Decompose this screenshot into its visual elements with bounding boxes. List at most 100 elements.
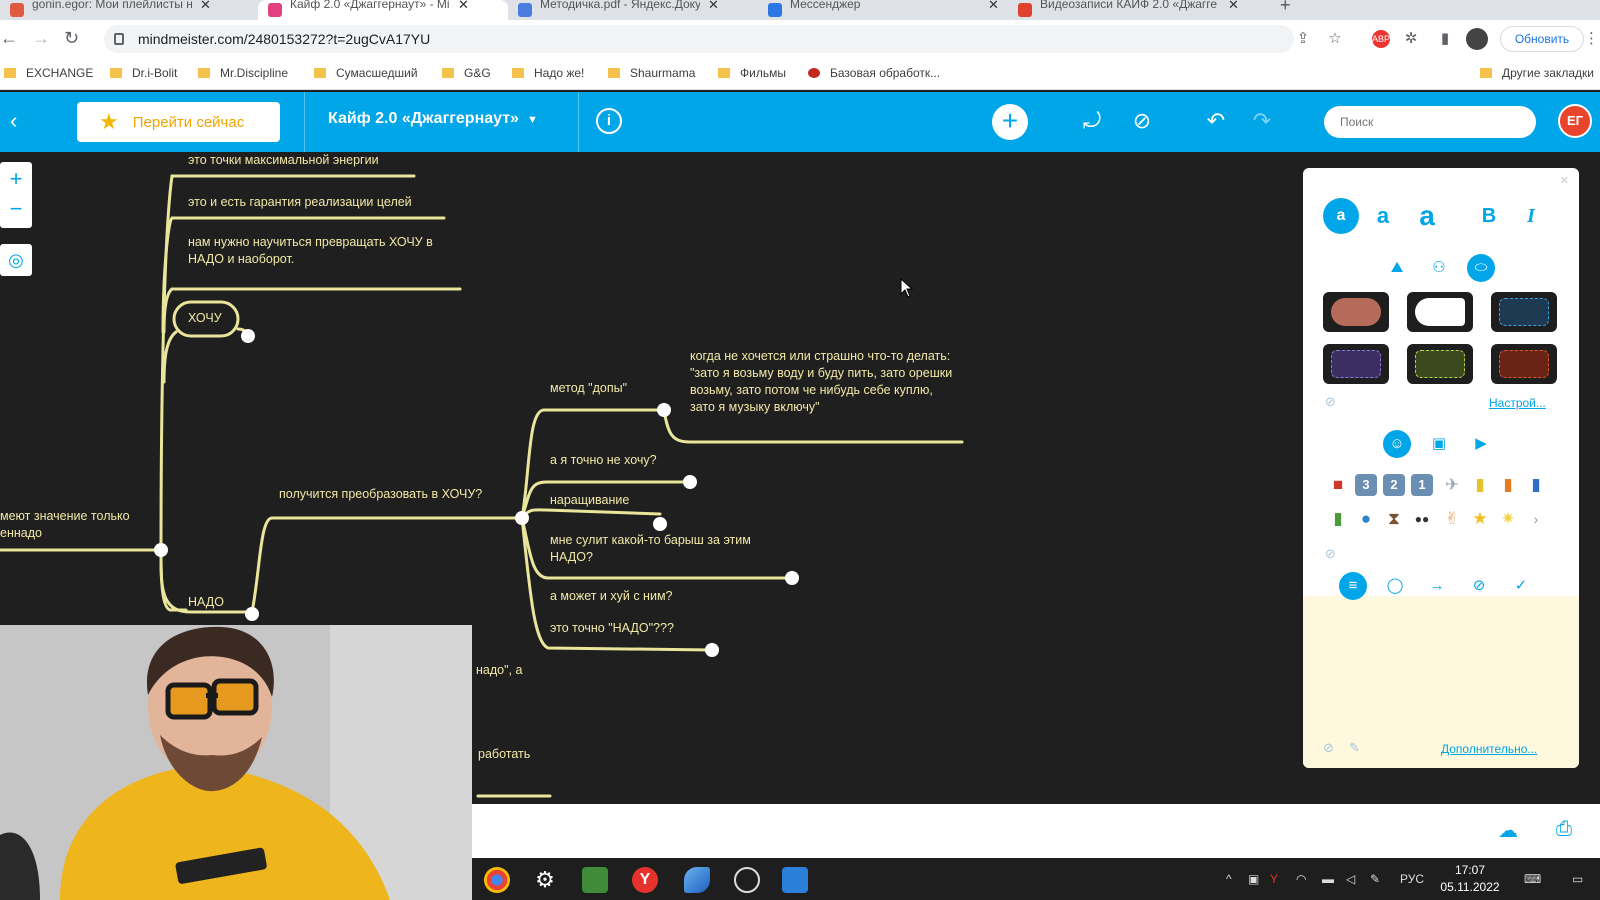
- yellow-book-icon[interactable]: ▮: [1469, 474, 1491, 496]
- number-2-icon[interactable]: 2: [1383, 474, 1405, 496]
- browser-tab[interactable]: gonin.egor: Мои плейлисты на ✕: [0, 0, 258, 20]
- tray-app-icon[interactable]: ▣: [1248, 872, 1259, 886]
- style-preset-navy-dotted[interactable]: [1491, 292, 1557, 332]
- topic-node[interactable]: получится преобразовать в ХОЧУ?: [279, 486, 482, 503]
- info-icon[interactable]: i: [596, 108, 622, 134]
- topic-node[interactable]: это точки максимальной энергии: [188, 152, 379, 169]
- more-options-link[interactable]: Дополнительно...: [1441, 742, 1537, 756]
- map-title-dropdown[interactable]: Кайф 2.0 «Джаггернаут» ▼: [328, 110, 538, 128]
- zoom-in-icon[interactable]: +: [0, 162, 32, 195]
- green-book-icon[interactable]: ▮: [1327, 508, 1349, 530]
- clear-format-icon[interactable]: ⊘: [1323, 740, 1334, 756]
- attachment-icon[interactable]: ⊘: [1465, 572, 1493, 600]
- disable-icon[interactable]: ⊘: [1128, 108, 1156, 134]
- font-size-large-button[interactable]: a: [1409, 198, 1445, 234]
- topic-node[interactable]: мне сулит какой-то барыш за этим НАДО?: [550, 532, 780, 566]
- style-preset-purple-dotted[interactable]: [1323, 344, 1389, 384]
- battery-icon[interactable]: ▬: [1322, 872, 1334, 886]
- comment-icon[interactable]: ◯: [1381, 572, 1409, 600]
- orange-book-icon[interactable]: ▮: [1497, 474, 1519, 496]
- task-check-icon[interactable]: ✓: [1507, 572, 1535, 600]
- style-preset-red-dotted[interactable]: [1491, 344, 1557, 384]
- update-button[interactable]: Обновить: [1500, 26, 1584, 52]
- bookmark-item[interactable]: G&G: [442, 66, 491, 80]
- clock[interactable]: 17:07 05.11.2022: [1438, 862, 1502, 896]
- bold-button[interactable]: B: [1471, 198, 1507, 234]
- globe-icon[interactable]: ●: [1355, 508, 1377, 530]
- browser-tab[interactable]: Методичка.pdf - Яндекс.Докум ✕: [508, 0, 758, 20]
- center-map-icon[interactable]: ◎: [0, 244, 32, 276]
- no-style-icon[interactable]: ⊘: [1325, 394, 1336, 410]
- notifications-icon[interactable]: ▭: [1572, 872, 1583, 886]
- topic-node[interactable]: надо", а: [476, 662, 522, 679]
- topic-style-icon[interactable]: ⚇: [1425, 254, 1453, 282]
- language-indicator[interactable]: РУС: [1400, 872, 1424, 886]
- blue-book-icon[interactable]: ▮: [1525, 474, 1547, 496]
- topic-node[interactable]: метод "допы": [550, 380, 627, 397]
- keyboard-icon[interactable]: ⌨: [1524, 872, 1541, 886]
- italic-button[interactable]: I: [1513, 198, 1549, 234]
- mail-app-icon[interactable]: [782, 867, 808, 893]
- video-tab-icon[interactable]: ▶: [1467, 430, 1495, 458]
- gift-emoji-icon[interactable]: ■: [1327, 474, 1349, 496]
- close-tab-icon[interactable]: ✕: [988, 0, 999, 13]
- topic-node-nado[interactable]: НАДО: [188, 594, 224, 611]
- redo-icon[interactable]: ↷: [1248, 108, 1276, 134]
- wifi-icon[interactable]: ◠: [1296, 872, 1306, 886]
- star-emoji-icon[interactable]: ★: [1469, 508, 1491, 530]
- close-tab-icon[interactable]: ✕: [200, 0, 211, 13]
- chrome-icon[interactable]: [484, 867, 510, 893]
- user-avatar[interactable]: ЕГ: [1558, 104, 1592, 138]
- kebab-menu-icon[interactable]: ⋮: [1584, 30, 1599, 48]
- forward-arrow-icon[interactable]: →: [32, 28, 50, 49]
- topic-node[interactable]: работать: [478, 746, 530, 763]
- magic-wand-icon[interactable]: ✎: [1349, 740, 1360, 756]
- topic-note-node[interactable]: когда не хочется или страшно что-то дела…: [690, 348, 956, 416]
- reload-icon[interactable]: ↻: [64, 28, 79, 49]
- font-size-small-button[interactable]: a: [1323, 198, 1359, 234]
- bookmark-star-icon[interactable]: ☆: [1326, 30, 1344, 48]
- undo-icon[interactable]: ↶: [1202, 108, 1230, 134]
- share-icon[interactable]: ⇪: [1294, 30, 1312, 48]
- bookmark-item[interactable]: Mr.Discipline: [198, 66, 288, 80]
- text-color-icon[interactable]: ⛰: [1383, 254, 1411, 282]
- side-panel-icon[interactable]: ▮: [1436, 30, 1454, 48]
- browser-tab[interactable]: Видеозаписи КАЙФ 2.0 «Джагге ✕: [1008, 0, 1258, 20]
- address-bar[interactable]: mindmeister.com/2480153272?t=2ugCvA17YU: [104, 25, 1294, 53]
- number-3-icon[interactable]: 3: [1355, 474, 1377, 496]
- bookmark-item[interactable]: EXCHANGE: [4, 66, 93, 80]
- topic-node[interactable]: это точно "НАДО"???: [550, 620, 674, 637]
- airplane-icon[interactable]: ✈: [1441, 474, 1463, 496]
- hourglass-icon[interactable]: ⧗: [1383, 508, 1405, 530]
- eyes-icon[interactable]: ●●: [1411, 508, 1433, 530]
- add-topic-button[interactable]: +: [992, 104, 1028, 140]
- bookmark-item[interactable]: Надо же!: [512, 66, 584, 80]
- browser-tab-active[interactable]: Кайф 2.0 «Джаггернаут» - Mind ✕: [258, 0, 508, 20]
- pen-icon[interactable]: ✎: [1370, 872, 1380, 886]
- no-icon-icon[interactable]: ⊘: [1325, 546, 1336, 562]
- topic-node[interactable]: а я точно не хочу?: [550, 452, 657, 469]
- number-1-icon[interactable]: 1: [1411, 474, 1433, 496]
- new-tab-icon[interactable]: +: [1270, 0, 1300, 20]
- back-chevron-icon[interactable]: ‹: [10, 108, 17, 134]
- yandex-browser-icon[interactable]: Y: [632, 867, 658, 893]
- next-arrow-icon[interactable]: ›: [1525, 508, 1547, 530]
- download-cloud-icon[interactable]: ☁: [1498, 818, 1518, 843]
- close-tab-icon[interactable]: ✕: [458, 0, 469, 13]
- search-input[interactable]: [1324, 106, 1536, 138]
- print-icon[interactable]: ⎙: [1556, 818, 1572, 841]
- style-preset-salmon[interactable]: [1323, 292, 1389, 332]
- bookmark-item[interactable]: Dr.i-Bolit: [110, 66, 177, 80]
- bookmark-item[interactable]: Сумасшедший: [314, 66, 418, 80]
- font-size-medium-button[interactable]: a: [1365, 198, 1401, 234]
- messenger-app-icon[interactable]: [684, 867, 710, 893]
- tray-yandex-icon[interactable]: Y: [1270, 872, 1278, 886]
- customize-link[interactable]: Настрой...: [1489, 396, 1546, 410]
- zoom-out-icon[interactable]: −: [0, 195, 32, 228]
- other-bookmarks[interactable]: Другие закладки: [1480, 66, 1594, 80]
- bookmark-item[interactable]: Фильмы: [718, 66, 786, 80]
- volume-icon[interactable]: ◁: [1346, 872, 1355, 886]
- settings-gear-icon[interactable]: ⚙: [532, 867, 558, 893]
- tray-chevron-icon[interactable]: ^: [1226, 872, 1232, 886]
- style-preset-olive-dotted[interactable]: [1407, 344, 1473, 384]
